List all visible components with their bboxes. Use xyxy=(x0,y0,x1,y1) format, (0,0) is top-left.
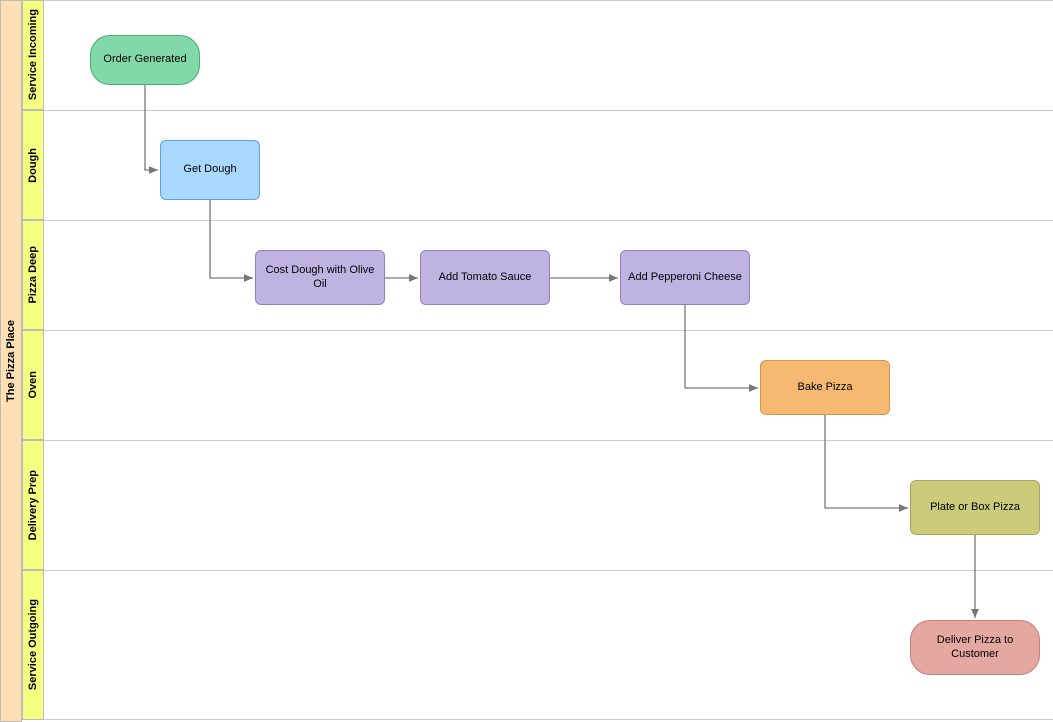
node-label: Plate or Box Pizza xyxy=(930,501,1020,514)
lane-label-text: Pizza Deep xyxy=(27,246,39,303)
node-order[interactable]: Order Generated xyxy=(90,35,200,85)
node-label: Bake Pizza xyxy=(797,381,852,394)
lane-body-l4 xyxy=(44,440,1053,570)
node-label: Deliver Pizza to Customer xyxy=(915,634,1035,660)
lane-label-text: Service Incoming xyxy=(27,9,39,100)
node-label: Order Generated xyxy=(103,53,186,66)
lane-label-text: Oven xyxy=(27,371,39,399)
node-sauce[interactable]: Add Tomato Sauce xyxy=(420,250,550,305)
lane-label-l5: Service Outgoing xyxy=(22,570,44,720)
lane-body-l5 xyxy=(44,570,1053,720)
node-label: Add Pepperoni Cheese xyxy=(628,271,742,284)
node-label: Get Dough xyxy=(183,163,236,176)
lane-body-l3 xyxy=(44,330,1053,440)
node-bake[interactable]: Bake Pizza xyxy=(760,360,890,415)
node-label: Add Tomato Sauce xyxy=(439,271,532,284)
node-plate[interactable]: Plate or Box Pizza xyxy=(910,480,1040,535)
node-dough[interactable]: Get Dough xyxy=(160,140,260,200)
lane-label-text: Dough xyxy=(27,148,39,183)
node-cheese[interactable]: Add Pepperoni Cheese xyxy=(620,250,750,305)
lane-label-l3: Oven xyxy=(22,330,44,440)
pool-title-text: The Pizza Place xyxy=(5,320,17,402)
lane-label-text: Delivery Prep xyxy=(27,470,39,540)
lane-label-text: Service Outgoing xyxy=(27,599,39,690)
lane-label-l2: Pizza Deep xyxy=(22,220,44,330)
node-deliver[interactable]: Deliver Pizza to Customer xyxy=(910,620,1040,675)
lane-label-l1: Dough xyxy=(22,110,44,220)
lane-label-l0: Service Incoming xyxy=(22,0,44,110)
pool-title: The Pizza Place xyxy=(0,0,22,722)
node-label: Cost Dough with Olive Oil xyxy=(260,264,380,290)
lane-label-l4: Delivery Prep xyxy=(22,440,44,570)
node-oil[interactable]: Cost Dough with Olive Oil xyxy=(255,250,385,305)
